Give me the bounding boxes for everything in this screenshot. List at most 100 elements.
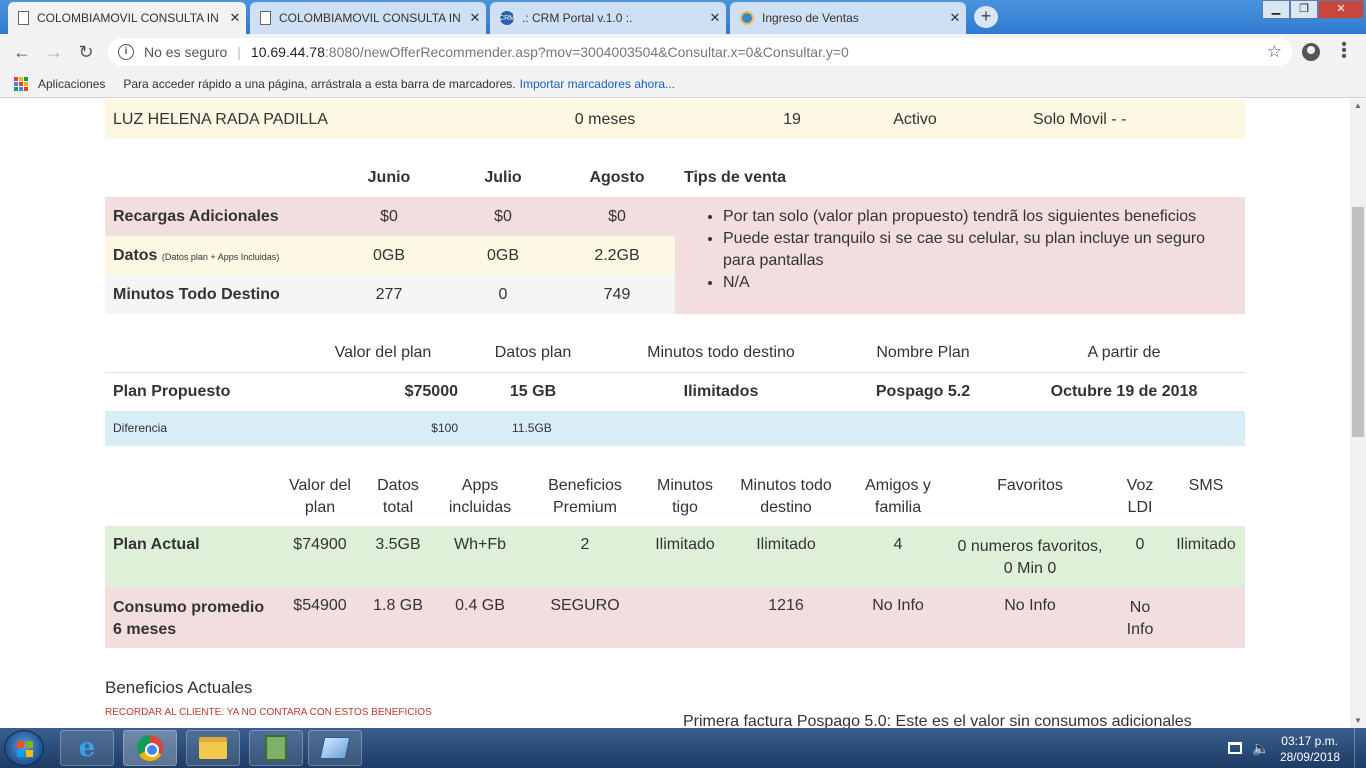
usage-value: 0GB (372, 247, 405, 264)
show-desktop-button[interactable] (1354, 728, 1366, 768)
crm-icon: CRM (499, 11, 515, 25)
current-header: Valor del plan (289, 477, 351, 516)
profile-icon[interactable] (1302, 43, 1320, 61)
current-cell: Wh+Fb (453, 536, 506, 553)
usage-value: $0 (380, 208, 398, 225)
current-header: Voz LDI (1126, 477, 1154, 516)
taskbar-chrome[interactable] (123, 730, 177, 766)
current-header: Beneficios Premium (548, 477, 622, 516)
usage-value: 2.2GB (594, 247, 640, 264)
page-content: LUZ HELENA RADA PADILLA 0 meses 19 Activ… (0, 99, 1350, 728)
current-cell: 0 numeros favoritos, 0 Min 0 (957, 538, 1103, 577)
taskbar-internet-explorer[interactable]: e (60, 730, 114, 766)
current-cell: 2 (580, 536, 590, 553)
close-icon[interactable]: ✕ (464, 10, 486, 26)
back-arrow-icon[interactable]: ← (10, 40, 34, 64)
taskbar-app[interactable] (308, 730, 362, 766)
scroll-up-arrow-icon[interactable]: ▲ (1350, 99, 1366, 113)
usage-note: (Datos plan + Apps Incluidas) (161, 252, 280, 262)
browser-toolbar: ← → ↻ i No es seguro | 10.69.44.78:8080/… (0, 34, 1366, 70)
forward-arrow-icon[interactable]: → (42, 40, 66, 64)
current-cell: 4 (893, 536, 903, 553)
new-tab-button[interactable]: + (974, 6, 998, 28)
menu-icon[interactable]: • • • (1338, 37, 1350, 65)
proposed-header: Datos plan (494, 344, 572, 361)
import-bookmarks-link[interactable]: Importar marcadores ahora... (520, 77, 675, 91)
volume-icon[interactable]: 🔈 (1252, 740, 1269, 757)
tab-colombiamovil-1[interactable]: COLOMBIAMOVIL CONSULTA IN ✕ (8, 2, 246, 34)
usage-value: 0GB (486, 247, 519, 264)
difference-label: Diferencia (113, 421, 168, 435)
average-cell: No Info (872, 597, 924, 614)
month-header: Agosto (589, 169, 645, 186)
bookmarks-bar: Aplicaciones Para acceder rápido a una p… (0, 70, 1366, 98)
current-cell: 3.5GB (375, 536, 421, 553)
month-header: Junio (367, 169, 411, 186)
bookmarks-hint: Para acceder rápido a una página, arrást… (123, 76, 516, 91)
current-cell: $74900 (293, 536, 347, 553)
chrome-icon (137, 735, 163, 761)
usage-value: 277 (375, 286, 403, 303)
reload-icon[interactable]: ↻ (74, 40, 98, 64)
minimize-button[interactable]: ▁ (1262, 0, 1290, 19)
usage-label: Datos (113, 247, 158, 264)
current-cell: Ilimitado (756, 536, 816, 553)
customer-number: 19 (783, 111, 801, 128)
close-icon[interactable]: ✕ (944, 10, 966, 26)
divider: | (237, 44, 241, 60)
scroll-down-arrow-icon[interactable]: ▼ (1350, 714, 1366, 728)
tips-title: Tips de venta (684, 169, 786, 186)
windows-taskbar: e 🔈 03:17 p.m. 28/09/2018 (0, 728, 1366, 768)
current-plan-label: Plan Actual (113, 536, 200, 553)
window-close-button[interactable]: ✕ (1318, 0, 1364, 19)
tab-ingreso-ventas[interactable]: Ingreso de Ventas ✕ (730, 2, 966, 34)
current-cell: Ilimitado (1176, 536, 1236, 553)
scrollbar-thumb[interactable] (1352, 207, 1364, 437)
taskbar-file-explorer[interactable] (186, 730, 240, 766)
tip-item: Puede estar tranquilo si se cae su celul… (723, 228, 1225, 272)
clock-time[interactable]: 03:17 p.m. (1281, 734, 1338, 748)
current-cell: Ilimitado (655, 536, 715, 553)
address-bar[interactable]: i No es seguro | 10.69.44.78:8080/newOff… (108, 38, 1292, 66)
close-icon[interactable]: ✕ (704, 10, 726, 26)
difference-price: $100 (431, 421, 458, 435)
proposed-header: Valor del plan (334, 344, 432, 361)
usage-value: 0 (498, 286, 508, 303)
page-scrollbar[interactable]: ▲ ▼ (1350, 99, 1366, 728)
network-icon[interactable] (1228, 742, 1242, 754)
start-button[interactable] (4, 730, 44, 766)
info-icon[interactable]: i (118, 44, 134, 60)
taskbar-calculator[interactable] (249, 730, 303, 766)
maximize-button[interactable]: ❐ (1290, 0, 1318, 19)
tab-title: COLOMBIAMOVIL CONSULTA IN (37, 11, 219, 25)
apps-grid-icon[interactable] (14, 76, 28, 91)
close-icon[interactable]: ✕ (224, 10, 246, 26)
clock-date[interactable]: 28/09/2018 (1280, 750, 1340, 764)
proposed-price: $75000 (404, 383, 458, 400)
average-cell: 1.8 GB (373, 597, 423, 614)
benefits-title: Beneficios Actuales (105, 678, 253, 697)
tab-title: .: CRM Portal v.1.0 :. (522, 11, 633, 25)
current-header: SMS (1188, 477, 1224, 494)
document-icon (18, 11, 29, 25)
bookmark-star-icon[interactable]: ☆ (1267, 42, 1282, 62)
tab-crm-portal[interactable]: CRM .: CRM Portal v.1.0 :. ✕ (490, 2, 726, 34)
tip-item: N/A (723, 272, 1225, 294)
current-header: Minutos tigo (656, 477, 714, 516)
url-host: 10.69.44.78 (250, 44, 325, 60)
browser-tab-strip: COLOMBIAMOVIL CONSULTA IN ✕ COLOMBIAMOVI… (0, 0, 1366, 34)
tab-title: COLOMBIAMOVIL CONSULTA IN (279, 11, 461, 25)
invoice-note: Primera factura Pospago 5.0: Este es el … (683, 713, 1192, 728)
current-cell: 0 (1135, 536, 1145, 553)
average-cell: No Info (1004, 597, 1056, 614)
average-cell: $54900 (293, 597, 347, 614)
month-header: Julio (484, 169, 522, 186)
current-header: Favoritos (997, 477, 1063, 494)
globe-icon (740, 11, 754, 25)
security-status[interactable]: No es seguro (144, 44, 227, 60)
usage-label: Recargas Adicionales (113, 208, 279, 225)
current-header: Datos total (377, 477, 419, 516)
tab-colombiamovil-2[interactable]: COLOMBIAMOVIL CONSULTA IN ✕ (250, 2, 486, 34)
apps-link[interactable]: Aplicaciones (38, 77, 105, 91)
application-icon (319, 737, 351, 759)
